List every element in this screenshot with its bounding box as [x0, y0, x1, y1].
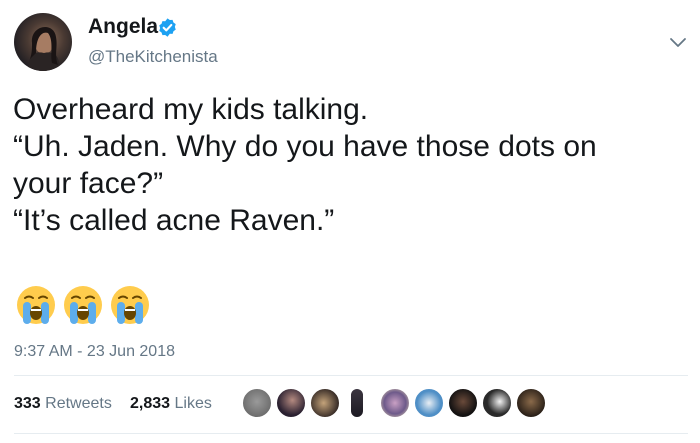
liker-avatar[interactable]: [242, 388, 272, 418]
crying-face-icon: [17, 286, 55, 324]
verified-badge-icon: [159, 18, 176, 37]
tweet-text-line: Overheard my kids talking.: [13, 93, 369, 126]
divider: [14, 375, 688, 376]
liker-avatar[interactable]: [516, 388, 546, 418]
likes-label: Likes: [174, 395, 212, 412]
tweet-text-line: “It’s called acne Raven.”: [13, 204, 335, 237]
tweet-card: Angela @TheKitchenista Overheard my kids…: [0, 0, 700, 443]
chevron-down-icon[interactable]: [668, 36, 688, 50]
retweets-label: Retweets: [45, 395, 112, 412]
divider: [14, 433, 688, 434]
tweet-text-line: “Uh. Jaden. Why do you have those dots o…: [13, 130, 597, 163]
avatar[interactable]: [14, 13, 72, 71]
liker-avatar[interactable]: [310, 388, 340, 418]
liker-avatar[interactable]: [276, 388, 306, 418]
tweet-text: Overheard my kids talking. “Uh. Jaden. W…: [13, 91, 693, 239]
liker-avatar[interactable]: [380, 388, 410, 418]
likes-count: 2,833: [130, 395, 171, 412]
crying-face-icon: [64, 286, 102, 324]
display-name[interactable]: Angela: [88, 14, 158, 40]
crying-face-icon: [111, 286, 149, 324]
liker-avatar[interactable]: [350, 388, 364, 418]
liker-avatar[interactable]: [482, 388, 512, 418]
liker-avatar[interactable]: [414, 388, 444, 418]
tweet-timestamp[interactable]: 9:37 AM - 23 Jun 2018: [14, 342, 175, 362]
user-handle[interactable]: @TheKitchenista: [88, 46, 218, 68]
likes-stat[interactable]: 2,833 Likes: [130, 394, 212, 414]
retweets-count: 333: [14, 395, 41, 412]
liker-avatar[interactable]: [448, 388, 478, 418]
retweets-stat[interactable]: 333 Retweets: [14, 394, 112, 414]
tweet-text-line: your face?”: [13, 167, 164, 200]
avatar-image: [28, 26, 60, 71]
